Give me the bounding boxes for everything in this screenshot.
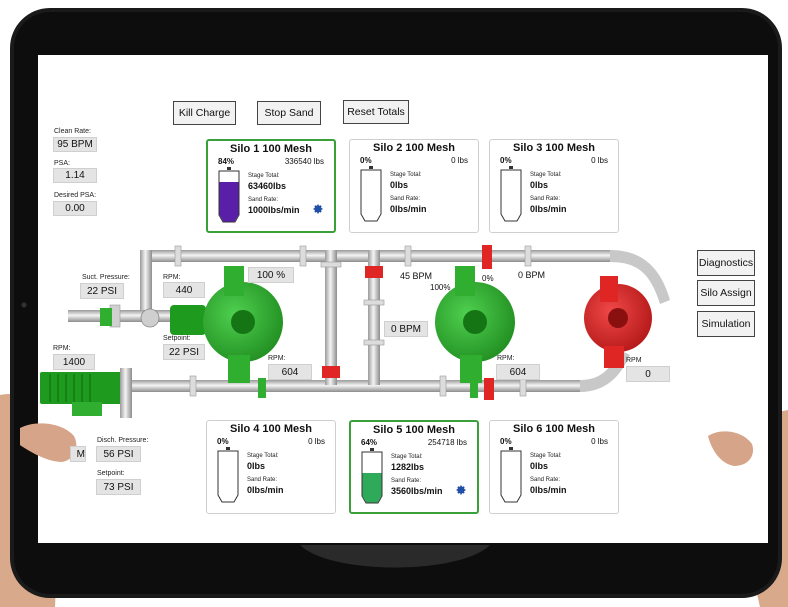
silo-lbs: 0 lbs [451,156,468,165]
silo-lbs: 0 lbs [308,437,325,446]
silo-percent: 64% [361,438,378,447]
flow-45-bpm: 45 BPM [400,271,433,281]
silo-percent: 0% [360,156,372,165]
suction-setpoint-label: Setpoint: [163,335,191,342]
clean-rate-value: 95 BPM [53,137,97,152]
stop-sand-button[interactable]: Stop Sand [257,101,321,125]
stage-total-label: Stage Total: [391,454,423,460]
pump2-rpm-label: RPM: [497,355,515,362]
pump3-rpm-label: RPM [626,357,642,364]
flow-middle-bpm: 0 BPM [384,321,428,337]
stage-total-label: Stage Total: [390,172,422,178]
sand-rate-value: 3560lbs/min [391,486,443,496]
pump-3-icon [584,276,652,368]
sand-rate-value: 0lbs/min [530,485,567,495]
motor-rpm-label: RPM: [53,345,71,352]
stage-total-label: Stage Total: [247,453,279,459]
silo-tank-icon [360,166,382,222]
psa-value: 1.14 [53,168,97,183]
desired-psa-label: Desired PSA: [54,192,97,199]
diagnostics-button[interactable]: Diagnostics [697,250,755,276]
silo-tank-icon [500,447,522,503]
silo-fill-level [219,182,239,222]
suction-setpoint-value: 22 PSI [163,344,205,360]
silo-tank-icon [500,166,522,222]
sand-rate-label: Sand Rate: [247,477,278,483]
discharge-setpoint-value: 73 PSI [96,479,141,495]
silo-card-2[interactable]: Silo 2 100 Mesh 0% 0 lbs Stage Total: 0lbs Sa… [349,139,479,233]
gear-icon[interactable] [312,203,324,215]
simulation-button[interactable]: Simulation [697,311,755,337]
suction-rpm-label: RPM: [163,274,181,281]
pump1-pct-value: 100 % [248,267,294,283]
sand-rate-label: Sand Rate: [530,196,561,202]
silo-percent: 0% [500,156,512,165]
sand-rate-label: Sand Rate: [391,478,422,484]
stage-total-value: 0lbs [247,461,266,471]
silo-title: Silo 1 100 Mesh [230,143,312,155]
suction-motor [170,305,206,335]
silo-title: Silo 4 100 Mesh [230,423,312,435]
stage-total-label: Stage Total: [530,453,562,459]
silo-tank-icon [218,167,240,223]
discharge-pressure-label: Disch. Pressure: [97,437,149,444]
valve-100-pct: 100% [430,283,451,292]
flow-right-bpm: 0 BPM [518,270,546,280]
silo-card-3[interactable]: Silo 3 100 Mesh 0% 0 lbs Stage Total: 0lbs Sa… [489,139,619,233]
silo-percent: 84% [218,157,235,166]
silo-card-6[interactable]: Silo 6 100 Mesh 0% 0 lbs Stage Total: 0lbs Sa… [489,420,619,514]
silo-assign-button[interactable]: Silo Assign [697,280,755,306]
sand-rate-label: Sand Rate: [390,196,421,202]
silo-percent: 0% [217,437,229,446]
pump1-rpm-label: RPM: [268,355,286,362]
silo-lbs: 254718 lbs [427,438,467,447]
silo-card-5[interactable]: Silo 5 100 Mesh 64% 254718 lbs Stage Total:… [349,420,479,514]
discharge-partial-value: M [70,446,86,462]
stage-total-value: 63460lbs [248,181,287,191]
stage-total-label: Stage Total: [530,172,562,178]
discharge-pressure-value: 56 PSI [96,446,141,462]
process-diagram [40,245,670,418]
sand-rate-value: 0lbs/min [530,204,567,214]
gear-icon[interactable] [455,484,467,496]
pump1-rpm-value: 604 [268,364,312,380]
valve-0-pct: 0% [482,274,494,283]
silo-fill-level [362,473,382,503]
desired-psa-value: 0.00 [53,201,97,216]
discharge-setpoint-label: Setpoint: [97,470,125,477]
sand-rate-label: Sand Rate: [248,197,279,203]
suction-rpm-value: 440 [163,282,205,298]
stage-total-value: 1282lbs [391,462,425,472]
silo-card-1[interactable]: Silo 1 100 Mesh 84% 336540 lbs Stage Total:… [206,139,336,233]
motor-rpm-value: 1400 [53,354,95,370]
sand-rate-label: Sand Rate: [530,477,561,483]
silo-percent: 0% [500,437,512,446]
silo-title: Silo 5 100 Mesh [373,424,455,436]
stage-total-value: 0lbs [530,180,549,190]
silo-card-4[interactable]: Silo 4 100 Mesh 0% 0 lbs Stage Total: 0lbs Sa… [206,420,336,514]
pump2-rpm-value: 604 [496,364,540,380]
silo-title: Silo 2 100 Mesh [373,142,455,154]
reset-totals-button[interactable]: Reset Totals [343,100,409,124]
suction-pressure-value: 22 PSI [80,283,124,299]
silo-tank-icon [361,448,383,504]
silo-lbs: 0 lbs [591,437,608,446]
silo-lbs: 336540 lbs [284,157,324,166]
silo-title: Silo 3 100 Mesh [513,142,595,154]
suction-pressure-label: Suct. Pressure: [82,274,130,281]
sand-rate-value: 1000lbs/min [248,205,300,215]
psa-label: PSA: [54,160,70,167]
silo-title: Silo 6 100 Mesh [513,423,595,435]
clean-rate-label: Clean Rate: [54,128,91,135]
sand-rate-value: 0lbs/min [390,204,427,214]
stage-total-value: 0lbs [530,461,549,471]
silo-lbs: 0 lbs [591,156,608,165]
sand-rate-value: 0lbs/min [247,485,284,495]
pump3-rpm-value: 0 [626,366,670,382]
stage-total-value: 0lbs [390,180,409,190]
silo-tank-icon [217,447,239,503]
kill-charge-button[interactable]: Kill Charge [173,101,236,125]
stage-total-label: Stage Total: [248,173,280,179]
